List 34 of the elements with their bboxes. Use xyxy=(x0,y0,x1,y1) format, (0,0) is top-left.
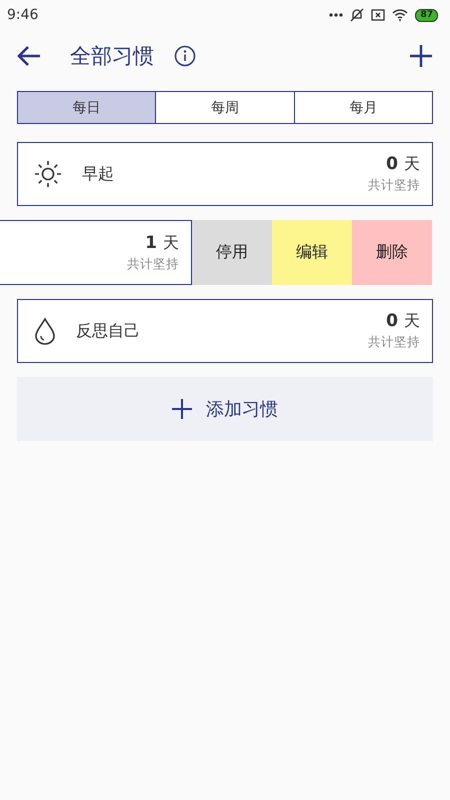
action-button[interactable]: 删除 xyxy=(352,220,432,285)
action-button[interactable]: 停用 xyxy=(192,220,272,285)
period-tab[interactable]: 每日 xyxy=(18,92,156,123)
day-count: 0 xyxy=(386,154,398,174)
habit-name: 反思自己 xyxy=(76,320,140,342)
day-count: 1 xyxy=(145,232,157,252)
day-unit: 天 xyxy=(404,311,420,332)
muted-bell-icon xyxy=(350,8,364,22)
sim-icon xyxy=(371,9,386,21)
status-time: 9:46 xyxy=(7,7,38,23)
period-tab[interactable]: 每月 xyxy=(294,92,432,123)
back-arrow-icon[interactable] xyxy=(16,45,42,67)
sun-icon xyxy=(34,160,62,188)
battery-level: 87 xyxy=(415,8,438,22)
period-tab[interactable]: 每周 xyxy=(155,92,294,123)
habit-card[interactable]: 反思自己 0 天 共计坚持 xyxy=(17,299,433,363)
habit-name: 早起 xyxy=(82,164,114,184)
water-drop-icon xyxy=(34,317,56,345)
total-caption: 共计坚持 xyxy=(368,334,420,351)
wifi-icon xyxy=(392,9,408,21)
add-habit-button[interactable]: 添加习惯 xyxy=(17,377,433,441)
more-icon xyxy=(329,13,344,17)
habit-card[interactable]: 1 天 共计坚持 xyxy=(0,220,192,285)
action-button[interactable]: 编辑 xyxy=(272,220,352,285)
total-caption: 共计坚持 xyxy=(368,177,420,194)
habit-card[interactable]: 早起 0 天 共计坚持 xyxy=(17,142,433,206)
info-icon[interactable] xyxy=(174,45,196,67)
day-unit: 天 xyxy=(163,232,179,254)
page-title: 全部习惯 xyxy=(70,43,154,70)
total-caption: 共计坚持 xyxy=(127,256,179,272)
add-icon[interactable] xyxy=(409,44,433,68)
day-unit: 天 xyxy=(404,154,420,175)
day-count: 0 xyxy=(386,311,398,331)
plus-icon xyxy=(172,399,192,419)
